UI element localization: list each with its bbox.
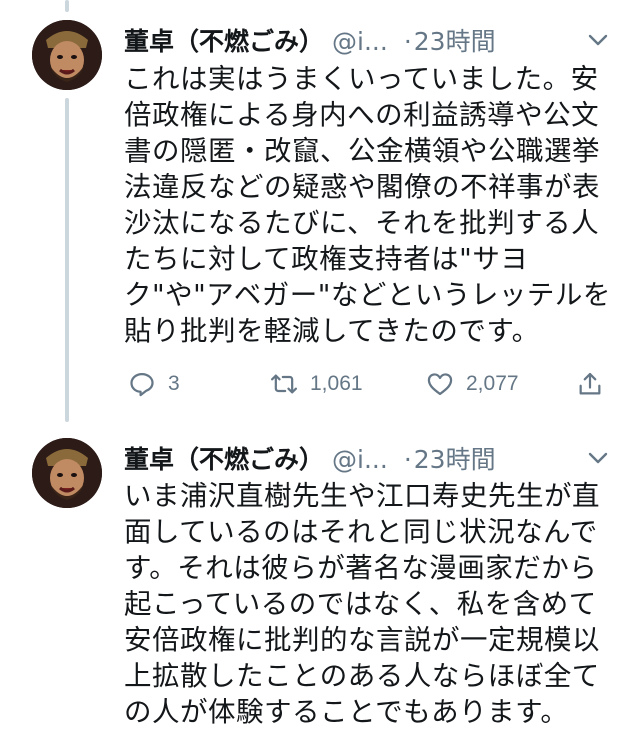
- tweet-text-line: 沙汰になるたびに、それを批判する人: [124, 207, 600, 239]
- avatar[interactable]: [32, 438, 102, 508]
- reply-icon: [130, 372, 154, 397]
- tweet-text-line: 面しているのはそれと同じ状況なんで: [124, 516, 598, 548]
- like-count: 2,077: [466, 372, 519, 395]
- tweet-text-line: 安倍政権に批判的な言説が一定規模以: [124, 624, 600, 656]
- timestamp[interactable]: 23時間: [414, 445, 496, 474]
- like-button[interactable]: 2,077: [426, 364, 519, 404]
- display-name[interactable]: 董卓（不燃ごみ）: [124, 445, 324, 474]
- reply-count: 3: [168, 372, 180, 395]
- tweet[interactable]: 董卓（不燃ごみ） @i... ·23時間 いま浦沢直樹先生や江口寿史先生が直 面して…: [0, 430, 640, 734]
- tweet-text-line: たちに対して政権支持者は"サヨ: [124, 243, 529, 275]
- share-icon: [579, 372, 601, 395]
- tweet-header: 董卓（不燃ごみ） @i... ·23時間: [124, 22, 496, 58]
- tweet-text-line: 倍政権による身内への利益誘導や公文: [124, 99, 600, 131]
- chevron-down-icon[interactable]: [586, 446, 610, 470]
- separator-dot: ·: [403, 445, 412, 474]
- tweet-text-line: 上拡散したことのある人ならほぼ全て: [124, 660, 600, 692]
- tweet-text-line: す。それは彼らが著名な漫画家だから: [124, 552, 598, 584]
- tweet-text-line: 起こっているのではなく、私を含めて: [124, 588, 597, 620]
- retweet-count: 1,061: [310, 372, 363, 395]
- tweet-text-line: 貼り批判を軽減してきたのです。: [124, 315, 540, 347]
- tweet-text-line: ク"や"アベガー"などというレッテルを: [124, 279, 611, 311]
- avatar[interactable]: [32, 20, 102, 90]
- timestamp[interactable]: 23時間: [414, 27, 496, 56]
- tweet-text-line: 書の隠匿・改竄、公金横領や公職選挙: [124, 135, 600, 167]
- display-name[interactable]: 董卓（不燃ごみ）: [124, 27, 324, 56]
- chevron-down-icon[interactable]: [586, 28, 610, 52]
- tweet-text-line: これは実はうまくいっていました。安: [124, 63, 599, 95]
- tweet-text-line: 法違反などの疑惑や閣僚の不祥事が表: [124, 171, 600, 203]
- tweet-header: 董卓（不燃ごみ） @i... ·23時間: [124, 440, 496, 476]
- tweet-actions: 3 1,061 2,077: [124, 364, 614, 404]
- user-handle[interactable]: @i...: [332, 445, 388, 474]
- tweet-text: これは実はうまくいっていました。安 倍政権による身内への利益誘導や公文 書の隠匿…: [124, 61, 614, 349]
- retweet-icon: [270, 374, 298, 394]
- tweet-text-line: の人が体験することでもあります。: [124, 696, 569, 728]
- like-icon: [427, 373, 453, 396]
- tweet-text: いま浦沢直樹先生や江口寿史先生が直 面しているのはそれと同じ状況なんで す。それ…: [124, 478, 614, 730]
- share-button[interactable]: [576, 364, 604, 404]
- separator-dot: ·: [403, 27, 412, 56]
- tweet-text-line: いま浦沢直樹先生や江口寿史先生が直: [124, 480, 600, 512]
- avatar-image: [32, 438, 102, 508]
- user-handle[interactable]: @i...: [332, 27, 388, 56]
- tweet[interactable]: 董卓（不燃ごみ） @i... ·23時間 これは実はうまくいっていました。安 倍政権…: [0, 0, 640, 430]
- avatar-image: [32, 20, 102, 90]
- retweet-button[interactable]: 1,061: [270, 364, 363, 404]
- reply-button[interactable]: 3: [128, 364, 180, 404]
